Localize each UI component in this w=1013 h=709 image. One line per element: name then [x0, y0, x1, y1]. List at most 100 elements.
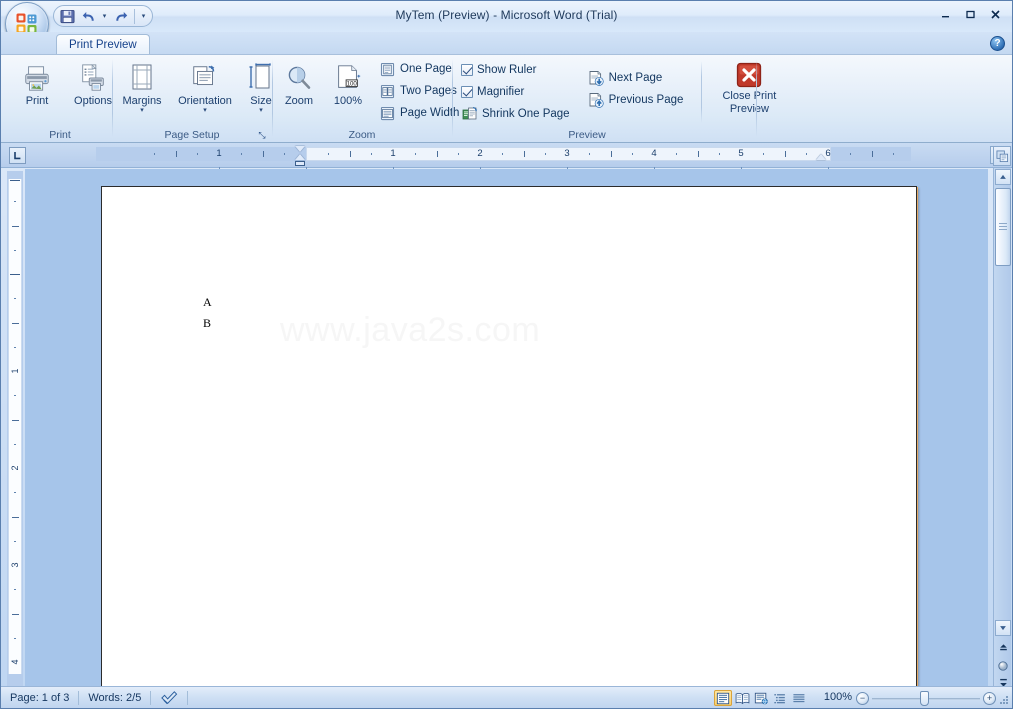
horizontal-ruler[interactable]: 1 1 2 3 4 5 6: [96, 146, 911, 172]
margins-chevron-down-icon[interactable]: ▾: [140, 107, 144, 115]
first-line-indent-marker[interactable]: [295, 146, 305, 152]
ruler-number: 4: [651, 148, 657, 159]
status-page-indicator[interactable]: Page: 1 of 3: [1, 688, 78, 708]
document-preview-area[interactable]: A B www.java2s.com: [25, 169, 988, 687]
magnifier-checkbox[interactable]: Magnifier: [459, 81, 574, 103]
qat-divider: [134, 8, 135, 24]
vertical-ruler-number: 2: [10, 465, 20, 471]
zoom-level-label[interactable]: 100%: [824, 691, 852, 703]
shrink-one-page-icon: [461, 106, 478, 123]
undo-dropdown-chevron-down-icon[interactable]: ▾: [99, 7, 110, 25]
orientation-chevron-down-icon[interactable]: ▾: [203, 107, 207, 115]
save-icon[interactable]: [57, 7, 77, 25]
page-width-button[interactable]: Page Width: [377, 102, 463, 124]
view-button-print-layout[interactable]: [714, 690, 732, 706]
ruler-tick: [502, 153, 503, 155]
zoom-out-button[interactable]: −: [856, 692, 869, 705]
maximize-button[interactable]: [960, 6, 981, 23]
ruler-tick: [176, 151, 177, 157]
view-button-outline[interactable]: [771, 690, 789, 706]
print-button[interactable]: Print: [11, 60, 63, 109]
vertical-ruler-tick: [12, 323, 19, 324]
ruler-number: 1: [390, 148, 396, 159]
zoom-slider-thumb[interactable]: [920, 691, 929, 706]
show-ruler-checkbox[interactable]: Show Ruler: [459, 59, 574, 81]
shrink-one-page-label: Shrink One Page: [482, 108, 570, 120]
view-button-draft[interactable]: [790, 690, 808, 706]
hanging-indent-marker[interactable]: [295, 154, 305, 160]
customize-qat-chevron-down-icon[interactable]: ▾: [138, 7, 149, 25]
zoom-in-button[interactable]: +: [983, 692, 996, 705]
ruler-number: 6: [825, 148, 831, 159]
magnifier-label: Magnifier: [477, 86, 525, 98]
one-page-button[interactable]: One Page: [377, 58, 463, 80]
ruler-tick: [872, 151, 873, 157]
ruler-tick: [263, 151, 264, 157]
ruler-number: 2: [477, 148, 483, 159]
scrollbar-thumb[interactable]: [995, 188, 1011, 266]
ruler-tick: [350, 151, 351, 157]
show-ruler-label: Show Ruler: [477, 64, 537, 76]
chevron-up-icon: [1000, 174, 1006, 179]
show-ruler-checkbox-box[interactable]: [461, 64, 473, 76]
vertical-scrollbar[interactable]: [993, 168, 1011, 687]
ruler-tick: [632, 153, 633, 155]
spelling-check-icon: [161, 690, 178, 704]
group-label-page-setup: Page Setup: [164, 129, 220, 141]
zoom-slider[interactable]: − +: [856, 691, 996, 706]
print-layout-icon: [716, 692, 730, 704]
resize-grip-icon[interactable]: [998, 694, 1010, 706]
ribbon-group-print: Print Options Print: [7, 55, 113, 143]
orientation-button-label: Orientation: [178, 95, 232, 107]
scroll-down-button[interactable]: [995, 620, 1011, 636]
left-indent-marker[interactable]: [295, 161, 305, 166]
ruler-tick: [437, 151, 438, 157]
zoom-button[interactable]: Zoom: [275, 60, 323, 109]
redo-icon[interactable]: [111, 7, 131, 25]
ruler-tick: [719, 153, 720, 155]
next-page-button[interactable]: Next Page: [586, 67, 688, 89]
status-proofing-button[interactable]: [151, 688, 187, 708]
view-button-web-layout[interactable]: [752, 690, 770, 706]
margins-button[interactable]: Margins ▾: [115, 60, 169, 117]
previous-page-button[interactable]: Previous Page: [586, 89, 688, 111]
scroll-up-button[interactable]: [995, 169, 1011, 185]
vertical-ruler-tick: [12, 420, 19, 421]
close-print-preview-button[interactable]: Close Print Preview: [712, 59, 786, 117]
top-margin-marker[interactable]: [10, 180, 20, 181]
one-page-label: One Page: [400, 63, 452, 75]
magnifier-checkbox-box[interactable]: [461, 86, 473, 98]
vertical-ruler[interactable]: 1 2 3 4: [7, 171, 23, 686]
vertical-ruler-tick: [14, 444, 16, 445]
text-start-marker[interactable]: [10, 274, 20, 275]
ruler-tick: [785, 151, 786, 157]
tab-print-preview[interactable]: Print Preview: [56, 34, 150, 55]
close-button[interactable]: [985, 6, 1006, 23]
previous-page-browse-button[interactable]: [995, 640, 1011, 656]
ruler-tick: [545, 153, 546, 155]
undo-icon[interactable]: [78, 7, 98, 25]
page-size-icon: [247, 62, 275, 94]
document-page-1[interactable]: A B www.java2s.com: [101, 186, 917, 687]
minimize-button[interactable]: [935, 6, 956, 23]
zoom-100-button[interactable]: 100 100%: [325, 60, 371, 109]
size-chevron-down-icon[interactable]: ▾: [259, 107, 263, 115]
ruler-tick: [611, 151, 612, 157]
tab-stop-selector[interactable]: [9, 147, 26, 164]
right-indent-marker[interactable]: [816, 154, 826, 160]
page-setup-dialog-launcher[interactable]: ⤡: [256, 129, 268, 141]
ruler-number: 1: [216, 148, 222, 159]
scrollbar-corner-button[interactable]: [993, 146, 1011, 166]
shrink-one-page-button[interactable]: Shrink One Page: [459, 103, 574, 125]
group-label-print: Print: [49, 129, 71, 141]
close-print-preview-label-2: Preview: [729, 103, 769, 115]
two-pages-button[interactable]: Two Pages: [377, 80, 463, 102]
ruler-tick: [241, 153, 242, 155]
help-icon[interactable]: ?: [990, 36, 1005, 51]
status-word-count[interactable]: Words: 2/5: [79, 688, 150, 708]
view-button-full-screen-reading[interactable]: [733, 690, 751, 706]
ruler-tick: [154, 153, 155, 155]
select-browse-object-button[interactable]: [995, 658, 1011, 674]
group-label-zoom: Zoom: [348, 129, 376, 141]
orientation-button[interactable]: Orientation ▾: [171, 60, 239, 117]
